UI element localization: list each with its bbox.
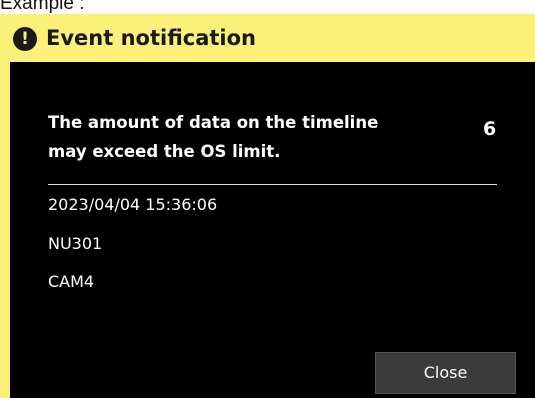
exclamation-circle-icon: ! bbox=[13, 27, 37, 51]
event-message-line-2: may exceed the OS limit. bbox=[48, 142, 281, 161]
example-caption: Example : bbox=[0, 0, 85, 14]
dialog-left-border bbox=[0, 62, 10, 398]
dialog-title-bar: ! Event notification bbox=[0, 14, 535, 62]
dialog-title: Event notification bbox=[46, 26, 256, 50]
event-device: NU301 bbox=[48, 234, 103, 253]
event-message: The amount of data on the timeline may e… bbox=[48, 108, 458, 166]
event-message-line-1: The amount of data on the timeline bbox=[48, 113, 379, 132]
close-button[interactable]: Close bbox=[375, 352, 516, 394]
divider bbox=[48, 184, 497, 185]
event-notification-dialog: ! Event notification The amount of data … bbox=[0, 14, 535, 398]
event-count: 6 bbox=[483, 118, 497, 140]
event-camera: CAM4 bbox=[48, 272, 95, 291]
event-timestamp: 2023/04/04 15:36:06 bbox=[48, 195, 218, 214]
